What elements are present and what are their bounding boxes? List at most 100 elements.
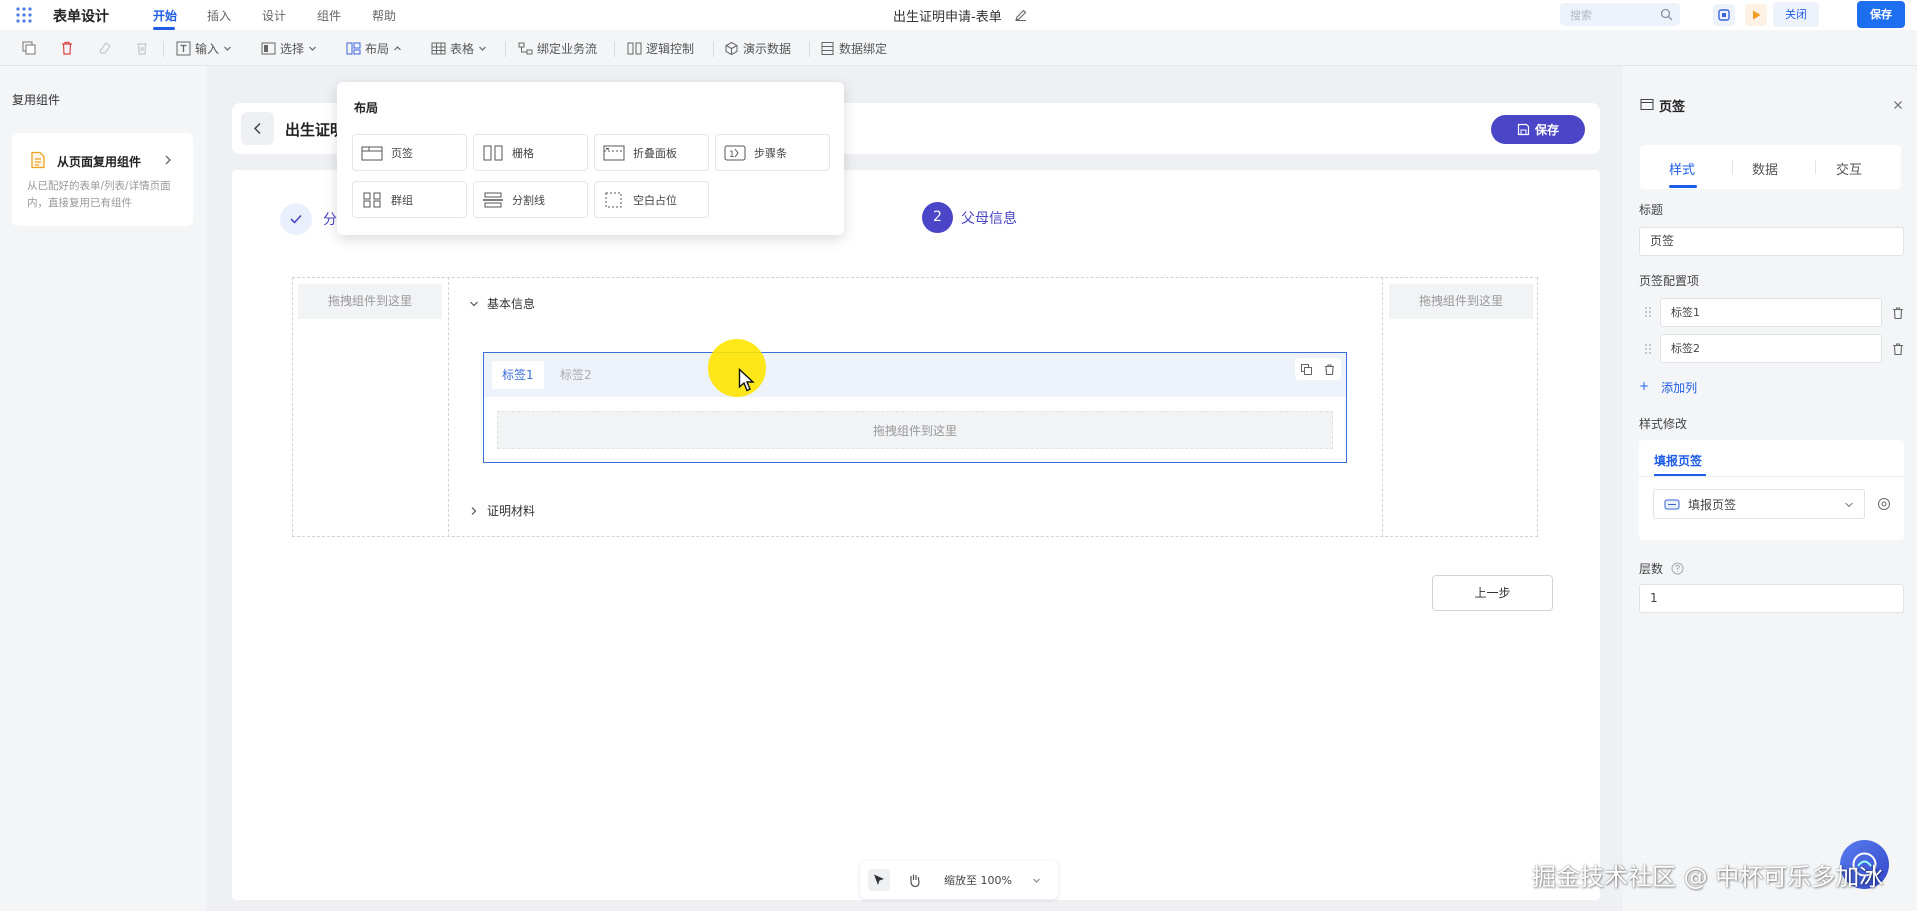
tab-config-item-2[interactable]: 标签2 (1660, 334, 1882, 363)
levels-field[interactable]: 1 (1639, 584, 1904, 613)
reuse-components-title: 复用组件 (12, 93, 61, 107)
close-button[interactable]: 关闭 (1773, 2, 1819, 27)
close-icon[interactable] (1893, 100, 1903, 110)
preview-qr-button[interactable] (1713, 4, 1735, 26)
chevron-right-icon (471, 506, 477, 515)
select-menu-label: 选择 (280, 42, 305, 56)
collapse-basic-info[interactable]: 基本信息 (469, 295, 535, 312)
search-input[interactable]: 搜索 (1560, 3, 1680, 26)
levels-label: 层数 (1639, 562, 1664, 576)
grid-column-divider (1382, 277, 1383, 537)
cursor-highlight (708, 339, 766, 397)
tab-style[interactable]: 样式 (1669, 159, 1695, 178)
settings-icon[interactable] (1877, 497, 1891, 511)
menu-help[interactable]: 帮助 (372, 7, 396, 24)
select-menu[interactable]: 选择 (261, 40, 317, 57)
zoom-toolbar: 缩放至 100% (860, 861, 1058, 899)
layout-item-group[interactable]: 群组 (352, 181, 467, 218)
app-grid-icon[interactable] (14, 5, 34, 25)
layout-menu-label: 布局 (365, 42, 390, 56)
layout-item-placeholder[interactable]: 空白占位 (594, 181, 709, 218)
layout-item-label: 栅格 (512, 146, 534, 160)
menu-components[interactable]: 组件 (317, 7, 341, 24)
duplicate-icon[interactable] (1300, 363, 1313, 376)
select-tool-button[interactable] (868, 869, 890, 891)
drag-handle-icon[interactable] (1644, 306, 1652, 318)
clear-icon[interactable] (134, 40, 150, 56)
trash-icon[interactable] (1891, 306, 1905, 320)
properties-tabs: 样式 数据 交互 (1640, 145, 1901, 189)
data-bind-button[interactable]: 数据绑定 (820, 40, 887, 57)
trash-icon[interactable] (1323, 363, 1336, 376)
pointer-icon (874, 874, 884, 885)
logic-control-button[interactable]: 逻辑控制 (627, 40, 694, 57)
menu-insert[interactable]: 插入 (207, 7, 231, 24)
title-field-label: 标题 (1639, 203, 1664, 217)
steps-icon: 1 (724, 145, 746, 160)
menu-start[interactable]: 开始 (153, 7, 177, 24)
style-tab-fill[interactable]: 填报页签 (1654, 452, 1702, 469)
delete-icon[interactable] (59, 40, 75, 56)
previous-step-button[interactable]: 上一步 (1432, 575, 1553, 611)
tab-config-item-1[interactable]: 标签1 (1660, 298, 1882, 327)
drop-zone-left[interactable]: 拖拽组件到这里 (298, 284, 442, 319)
tab-interaction[interactable]: 交互 (1836, 159, 1862, 178)
layout-item-tabs[interactable]: 页签 (352, 134, 467, 171)
layout-item-label: 群组 (391, 193, 413, 207)
layout-menu[interactable]: 布局 (346, 40, 402, 57)
eraser-icon[interactable] (97, 40, 113, 56)
canvas-title: 出生证明 (285, 121, 346, 139)
toolbar: 输入 选择 布局 表格 绑定业务流 逻辑控制 演示数据 数据绑定 (0, 30, 1917, 66)
tabs-component[interactable]: 标签1 标签2 拖拽组件到这里 (483, 352, 1347, 463)
plus-icon: + (1639, 379, 1650, 393)
layout-icon (346, 42, 361, 55)
reuse-from-page-card[interactable]: 从页面复用组件 从已配好的表单/列表/详情页面内，直接复用已有组件 (12, 133, 193, 226)
save-button-top[interactable]: 保存 (1857, 1, 1905, 28)
help-icon[interactable] (1671, 562, 1684, 575)
tab-data[interactable]: 数据 (1752, 159, 1778, 178)
title-field[interactable]: 页签 (1639, 227, 1904, 256)
demo-data-button[interactable]: 演示数据 (724, 40, 791, 57)
tab-label-1[interactable]: 标签1 (492, 361, 544, 389)
collapse-panel-icon (603, 145, 625, 160)
document-title: 出生证明申请-表单 (893, 10, 1002, 25)
tabs-header: 标签1 标签2 (484, 353, 1346, 397)
layout-item-collapse[interactable]: 折叠面板 (594, 134, 709, 171)
levels-label-row: 层数 (1639, 560, 1684, 577)
layout-item-label: 折叠面板 (633, 146, 677, 160)
chevron-down-icon (470, 301, 478, 306)
bind-flow-button[interactable]: 绑定业务流 (518, 40, 597, 57)
save-button[interactable]: 保存 (1491, 115, 1585, 144)
zoom-level[interactable]: 缩放至 100% (944, 872, 1012, 888)
input-menu[interactable]: 输入 (176, 40, 232, 57)
table-menu[interactable]: 表格 (431, 40, 487, 57)
layout-item-divider[interactable]: 分割线 (473, 181, 588, 218)
add-column-button[interactable]: + 添加列 (1639, 379, 1697, 396)
chevron-down-icon (1845, 502, 1853, 508)
toolbar-divider (809, 41, 810, 57)
drag-handle-icon[interactable] (1644, 343, 1652, 355)
watermark: 掘金技术社区 @ 中杯可乐多加冰 (1532, 863, 1884, 891)
text-input-icon (176, 41, 191, 56)
style-select[interactable]: 填报页签 (1653, 489, 1865, 519)
toolbar-divider (505, 41, 506, 57)
menu-design[interactable]: 设计 (262, 7, 286, 24)
tab-label-2[interactable]: 标签2 (550, 361, 602, 389)
layout-item-label: 页签 (391, 146, 413, 160)
drop-zone-right[interactable]: 拖拽组件到这里 (1389, 284, 1533, 319)
layout-item-steps[interactable]: 1 步骤条 (715, 134, 830, 171)
chevron-down-icon (224, 46, 231, 51)
edit-title-icon[interactable] (1014, 8, 1028, 22)
layout-dropdown-title: 布局 (354, 101, 379, 115)
chevron-down-icon[interactable] (1032, 876, 1041, 885)
logic-control-label: 逻辑控制 (646, 42, 695, 56)
back-button[interactable] (241, 112, 274, 145)
drop-zone-tab[interactable]: 拖拽组件到这里 (497, 411, 1333, 449)
layout-item-grid[interactable]: 栅格 (473, 134, 588, 171)
run-button[interactable] (1745, 4, 1767, 26)
trash-icon[interactable] (1891, 342, 1905, 356)
pan-tool-button[interactable] (907, 872, 923, 888)
grid-column-divider (448, 277, 449, 537)
collapse-proof-materials[interactable]: 证明材料 (469, 502, 535, 519)
copy-icon[interactable] (21, 40, 37, 56)
